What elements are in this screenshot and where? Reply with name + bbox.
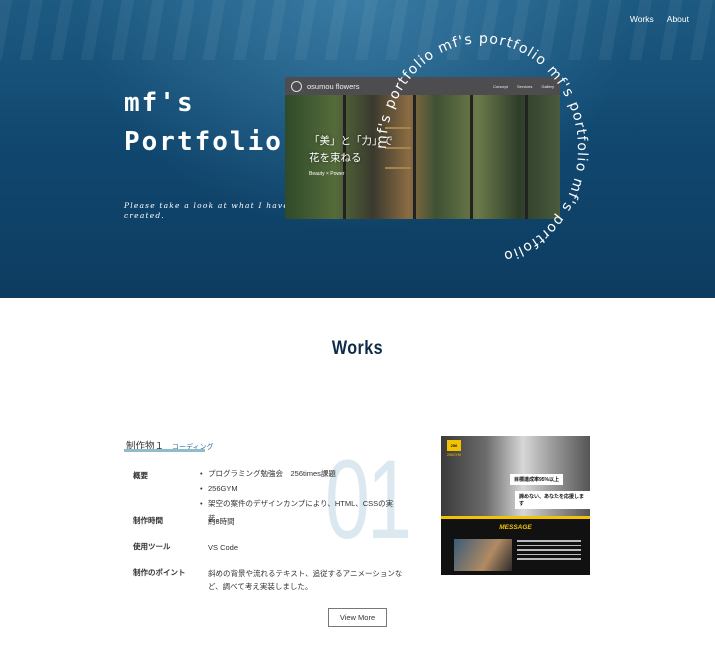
hero-subtitle: Please take a look at what I have create…	[124, 201, 294, 221]
work-item-thumbnail[interactable]: 256 256GYM 目標達成率95%以上 諦めない、あなたを応援します MES…	[441, 436, 590, 575]
thumbnail-caption-2: 諦めない、あなたを応援します	[515, 491, 590, 509]
rotating-text-ring: mf's portfolio mf's portfolio mf's portf…	[374, 34, 590, 264]
works-section-title: Works	[331, 338, 384, 359]
detail-label: 制作のポイント	[133, 568, 186, 577]
top-nav: Works About	[630, 14, 689, 24]
hero-subtitle-line1: Please take a look at what I have	[124, 201, 290, 210]
water-light-texture	[0, 0, 715, 60]
detail-label: 制作時間	[133, 516, 163, 525]
thumbnail-logo-sub: 256GYM	[447, 453, 461, 457]
preview-logo-icon	[291, 80, 302, 92]
detail-value: 約8時間	[208, 517, 235, 526]
detail-label: 使用ツール	[133, 542, 171, 551]
thumbnail-logo: 256	[447, 440, 461, 451]
thumbnail-stripe	[441, 516, 590, 519]
view-more-button[interactable]: View More	[328, 608, 387, 627]
nav-works-link[interactable]: Works	[630, 14, 654, 24]
hero-title: mf's Portfolio	[124, 84, 283, 162]
ring-text: mf's portfolio mf's portfolio mf's portf…	[374, 34, 590, 264]
thumbnail-caption-1: 目標達成率95%以上	[510, 474, 564, 485]
detail-bullet: プログラミング勉強会 256times課題	[200, 466, 408, 481]
thumbnail-text-lines	[517, 540, 581, 563]
hero-title-line2: Portfolio	[124, 127, 283, 157]
detail-bullet: 256GYM	[200, 481, 408, 496]
thumbnail-inner-photo	[454, 539, 512, 571]
preview-site-title: osumou flowers	[307, 81, 360, 91]
hero-subtitle-line2: created.	[124, 211, 165, 220]
nav-about-link[interactable]: About	[667, 14, 689, 24]
heading-underline	[124, 449, 205, 452]
hero-section: Works About mf's Portfolio Please take a…	[0, 0, 715, 298]
hero-title-line1: mf's	[124, 88, 195, 118]
detail-label: 概要	[133, 471, 148, 480]
detail-value: 斜めの背景や流れるテキスト、追従するアニメーションなど、調べて考え実装しました。	[208, 569, 403, 591]
preview-tagline: Beauty × Power	[309, 171, 345, 177]
thumbnail-message-heading: MESSAGE	[499, 524, 532, 531]
detail-value: VS Code	[208, 543, 239, 552]
